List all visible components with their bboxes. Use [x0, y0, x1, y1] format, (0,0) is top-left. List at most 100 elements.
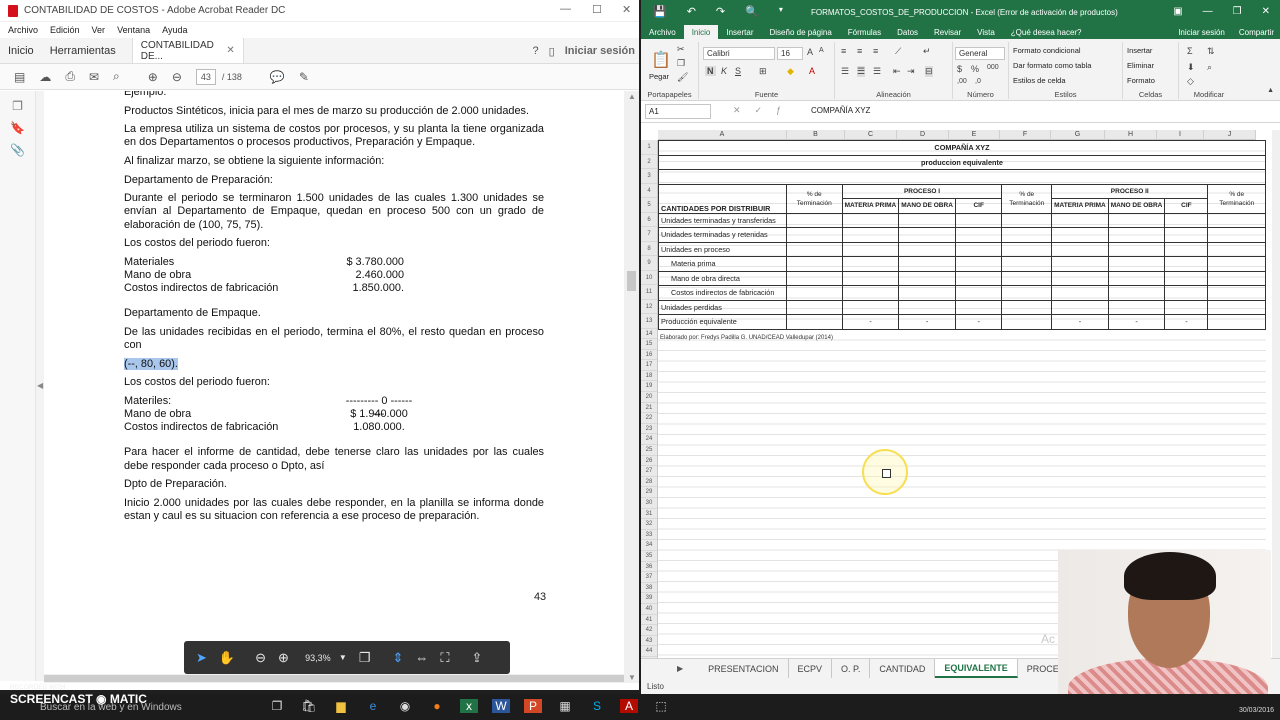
cell-empty[interactable] [785, 270, 843, 286]
cell-empty[interactable] [954, 299, 1003, 315]
row-header[interactable]: 34 [641, 540, 657, 551]
cell-empty[interactable] [1207, 241, 1266, 257]
row-header[interactable]: 16 [641, 350, 657, 361]
borders-icon[interactable]: ⊞ [759, 66, 767, 77]
cut-icon[interactable]: ✂ [677, 44, 685, 55]
row-header[interactable]: 42 [641, 625, 657, 636]
merge-center-icon[interactable]: ⊟ [925, 66, 933, 77]
cell-empty[interactable] [841, 270, 900, 286]
format-painter-icon[interactable]: 🖌 [677, 72, 688, 83]
cell-row-label[interactable]: Unidades terminadas y retenidas [658, 227, 787, 243]
row-header[interactable]: 2 [641, 155, 657, 169]
comma-icon[interactable]: 000 [987, 64, 999, 71]
cell-empty[interactable] [1051, 227, 1109, 243]
cell-empty[interactable] [1001, 299, 1053, 315]
cell-empty[interactable] [1051, 241, 1109, 257]
cell-empty[interactable] [841, 285, 900, 301]
formula-input[interactable]: COMPAÑÍA XYZ [811, 106, 870, 115]
mobile-icon[interactable]: ▯ [549, 45, 555, 58]
cell-empty[interactable] [1107, 212, 1166, 228]
row-header[interactable]: 30 [641, 498, 657, 509]
sort-filter-icon[interactable]: ⇅ [1207, 46, 1215, 57]
cell-empty[interactable] [1001, 256, 1053, 272]
sheet-vertical-scrollbar[interactable] [1272, 130, 1280, 658]
column-header[interactable]: J [1204, 130, 1256, 140]
print-icon[interactable]: ⎙ [65, 69, 75, 84]
cell-mp[interactable]: MATERIA PRIMA [841, 198, 900, 214]
cell-mp[interactable]: MATERIA PRIMA [1051, 198, 1109, 214]
format-as-table-button[interactable]: Dar formato como tabla [1013, 61, 1091, 70]
tab-diseno-pagina[interactable]: Diseño de página [762, 25, 840, 39]
search-icon[interactable]: ⌕ [113, 69, 120, 84]
close-icon[interactable]: ✕ [1262, 6, 1270, 17]
fill-color-icon[interactable]: ◆ [787, 66, 794, 77]
save-icon[interactable]: ▤ [14, 70, 25, 84]
cell-empty[interactable] [785, 212, 843, 228]
cell-empty[interactable] [1107, 285, 1166, 301]
sheet-tab[interactable]: ECPV [789, 659, 833, 678]
undo-icon[interactable]: ↶ [687, 5, 696, 18]
row-header[interactable]: 27 [641, 466, 657, 477]
minimize-icon[interactable]: — [1203, 6, 1213, 17]
clear-icon[interactable]: ◇ [1187, 76, 1194, 87]
share-button[interactable]: Compartir [1239, 28, 1274, 37]
cell-empty[interactable] [1207, 314, 1266, 330]
signin-link[interactable]: Iniciar sesión [565, 45, 635, 57]
cell-empty[interactable] [1207, 299, 1266, 315]
zoom-in-icon[interactable]: ⊕ [278, 650, 289, 666]
page-number-input[interactable]: 43 [195, 68, 216, 85]
cell-empty[interactable] [1207, 256, 1266, 272]
menu-edicion[interactable]: Edición [50, 25, 80, 35]
cell-empty[interactable] [1051, 270, 1109, 286]
collapse-ribbon-icon[interactable]: ▲ [1267, 87, 1274, 94]
menu-ver[interactable]: Ver [92, 25, 106, 35]
bookmark-icon[interactable]: 🔖 [0, 121, 35, 135]
cell-empty[interactable] [841, 212, 900, 228]
cell-empty[interactable] [785, 256, 843, 272]
pages-icon[interactable]: ❐ [0, 99, 35, 113]
close-icon[interactable]: ✕ [622, 3, 631, 16]
column-header[interactable]: I [1157, 130, 1204, 140]
column-header[interactable]: A [658, 130, 787, 140]
sheet-tab[interactable]: O. P. [832, 659, 871, 678]
attachment-icon[interactable]: 📎 [0, 143, 35, 157]
cell-empty[interactable] [898, 241, 956, 257]
cell-empty[interactable] [898, 270, 956, 286]
pdf-horizontal-scrollbar[interactable] [44, 674, 624, 683]
customize-qat-icon[interactable]: ▾ [779, 5, 783, 18]
align-right-icon[interactable]: ☰ [873, 66, 881, 77]
sidebar-collapse-handle[interactable]: ◀ [36, 91, 44, 681]
row-header[interactable]: 21 [641, 403, 657, 414]
cell-styles-button[interactable]: Estilos de celda [1013, 76, 1066, 85]
cell-empty[interactable] [1051, 299, 1109, 315]
insert-cells-button[interactable]: Insertar [1127, 46, 1152, 55]
row-header[interactable]: 24 [641, 434, 657, 446]
cell-row-label[interactable]: Mano de obra directa [658, 270, 787, 286]
cell-empty[interactable] [1207, 227, 1266, 243]
cell-empty[interactable] [1051, 285, 1109, 301]
delete-cells-button[interactable]: Eliminar [1127, 61, 1154, 70]
cell-row-label[interactable]: Costos indirectos de fabricación [658, 285, 787, 301]
zoom-dropdown-icon[interactable]: ▼ [339, 653, 347, 662]
number-format-select[interactable]: General [955, 47, 1005, 60]
font-name-select[interactable]: Calibri [703, 47, 775, 60]
tab-inicio[interactable]: Inicio [683, 25, 719, 39]
cell-empty[interactable] [954, 270, 1003, 286]
task-view-icon[interactable]: ❐ [268, 699, 286, 713]
cell-row-label[interactable]: Unidades terminadas y transferidas [658, 212, 787, 228]
cell-empty[interactable] [954, 227, 1003, 243]
help-icon[interactable]: ? [533, 45, 539, 57]
row-header[interactable]: 38 [641, 583, 657, 594]
format-cells-button[interactable]: Formato [1127, 76, 1155, 85]
align-left-icon[interactable]: ☰ [841, 66, 849, 77]
tab-inicio[interactable]: Inicio [0, 38, 42, 63]
row-header[interactable]: 17 [641, 360, 657, 371]
tab-vista[interactable]: Vista [969, 25, 1003, 39]
cell-empty[interactable] [1001, 241, 1053, 257]
row-header[interactable]: 3 [641, 169, 657, 184]
highlighted-text[interactable]: (--, 80, 60). [124, 357, 178, 370]
cell-empty[interactable] [954, 256, 1003, 272]
underline-icon[interactable]: S [735, 66, 741, 76]
cell-empty[interactable] [841, 299, 900, 315]
cell-empty[interactable] [785, 241, 843, 257]
